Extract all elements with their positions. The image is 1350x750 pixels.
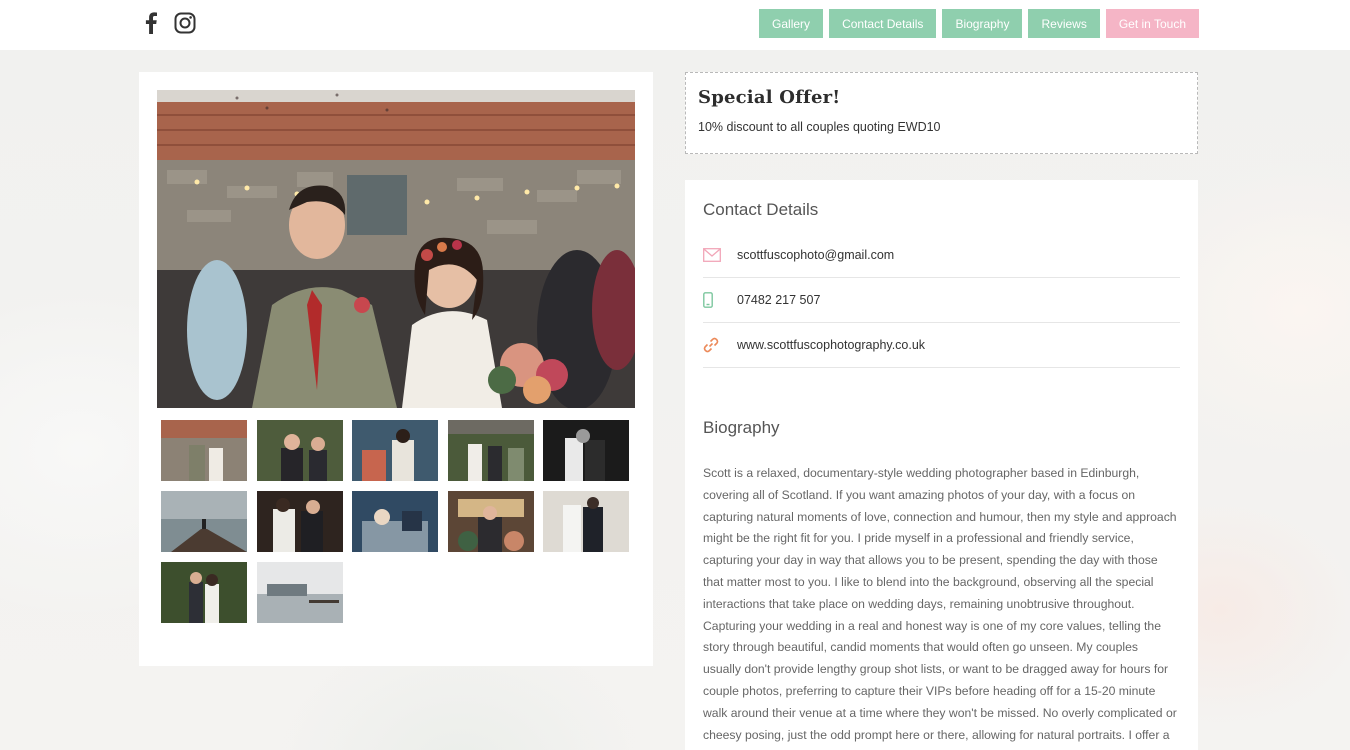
thumbnail[interactable] [448, 420, 534, 481]
instagram-icon[interactable] [174, 11, 196, 35]
envelope-icon [703, 248, 737, 262]
gallery-card [139, 72, 653, 666]
thumbnail[interactable] [257, 562, 343, 623]
main-photo[interactable] [157, 90, 635, 408]
nav-contact-details-button[interactable]: Contact Details [829, 9, 937, 38]
biography-heading: Biography [703, 418, 780, 437]
top-bar: Gallery Contact Details Biography Review… [0, 0, 1350, 50]
thumbnail[interactable] [161, 420, 247, 481]
thumbnail[interactable] [161, 562, 247, 623]
phone-number[interactable]: 07482 217 507 [737, 293, 820, 307]
offer-text: 10% discount to all couples quoting EWD1… [698, 120, 941, 134]
social-links [140, 11, 196, 35]
nav-reviews-button[interactable]: Reviews [1028, 9, 1100, 38]
nav-gallery-button[interactable]: Gallery [759, 9, 824, 38]
contact-details-heading: Contact Details [703, 200, 819, 219]
biography-text: Scott is a relaxed, documentary-style we… [703, 466, 1177, 742]
offer-title: Special Offer! [698, 87, 841, 108]
facebook-icon[interactable] [140, 11, 162, 35]
phone-row[interactable]: 07482 217 507 [703, 278, 1180, 323]
thumbnail[interactable] [161, 491, 247, 552]
nav-get-in-touch-button[interactable]: Get in Touch [1105, 9, 1199, 38]
email-address[interactable]: scottfuscophoto@gmail.com [737, 248, 894, 262]
thumbnail[interactable] [543, 491, 629, 552]
email-row[interactable]: scottfuscophoto@gmail.com [703, 233, 1180, 278]
details-panel: Contact Details scottfuscophoto@gmail.co… [685, 180, 1198, 750]
thumbnail[interactable] [352, 420, 438, 481]
nav-biography-button[interactable]: Biography [942, 9, 1023, 38]
mobile-phone-icon [703, 292, 737, 308]
link-icon [703, 337, 737, 353]
thumbnail[interactable] [257, 420, 343, 481]
thumbnail[interactable] [448, 491, 534, 552]
thumbnail[interactable] [543, 420, 629, 481]
website-link[interactable]: www.scottfuscophotography.co.uk [737, 338, 925, 352]
section-nav: Gallery Contact Details Biography Review… [759, 9, 1199, 38]
special-offer-box: Special Offer! 10% discount to all coupl… [685, 72, 1198, 154]
website-row[interactable]: www.scottfuscophotography.co.uk [703, 323, 1180, 368]
contact-list: scottfuscophoto@gmail.com 07482 217 507 … [703, 233, 1180, 368]
thumbnail[interactable] [257, 491, 343, 552]
thumbnail[interactable] [352, 491, 438, 552]
